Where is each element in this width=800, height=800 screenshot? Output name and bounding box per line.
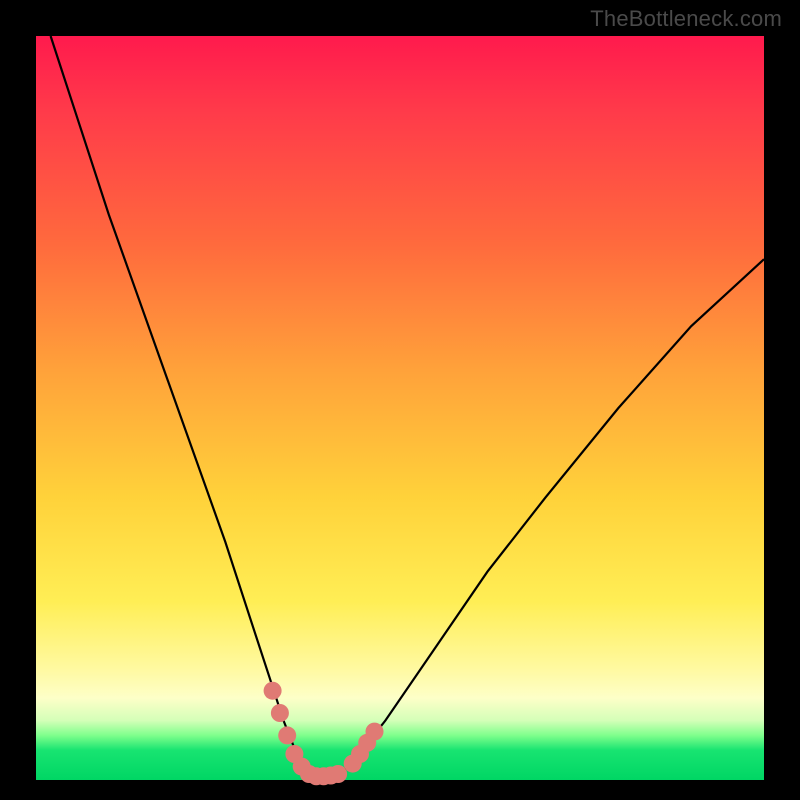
attribution-label: TheBottleneck.com [590,6,782,32]
marker-dot [264,682,282,700]
curve-layer [51,36,764,776]
bottleneck-curve [51,36,764,776]
marker-dot [366,723,384,741]
marker-dot [271,704,289,722]
plot-area [36,36,764,780]
outer-frame: TheBottleneck.com [0,0,800,800]
marker-dot [278,726,296,744]
marker-dot [329,765,347,783]
chart-svg [36,36,764,780]
marker-layer [264,682,384,786]
